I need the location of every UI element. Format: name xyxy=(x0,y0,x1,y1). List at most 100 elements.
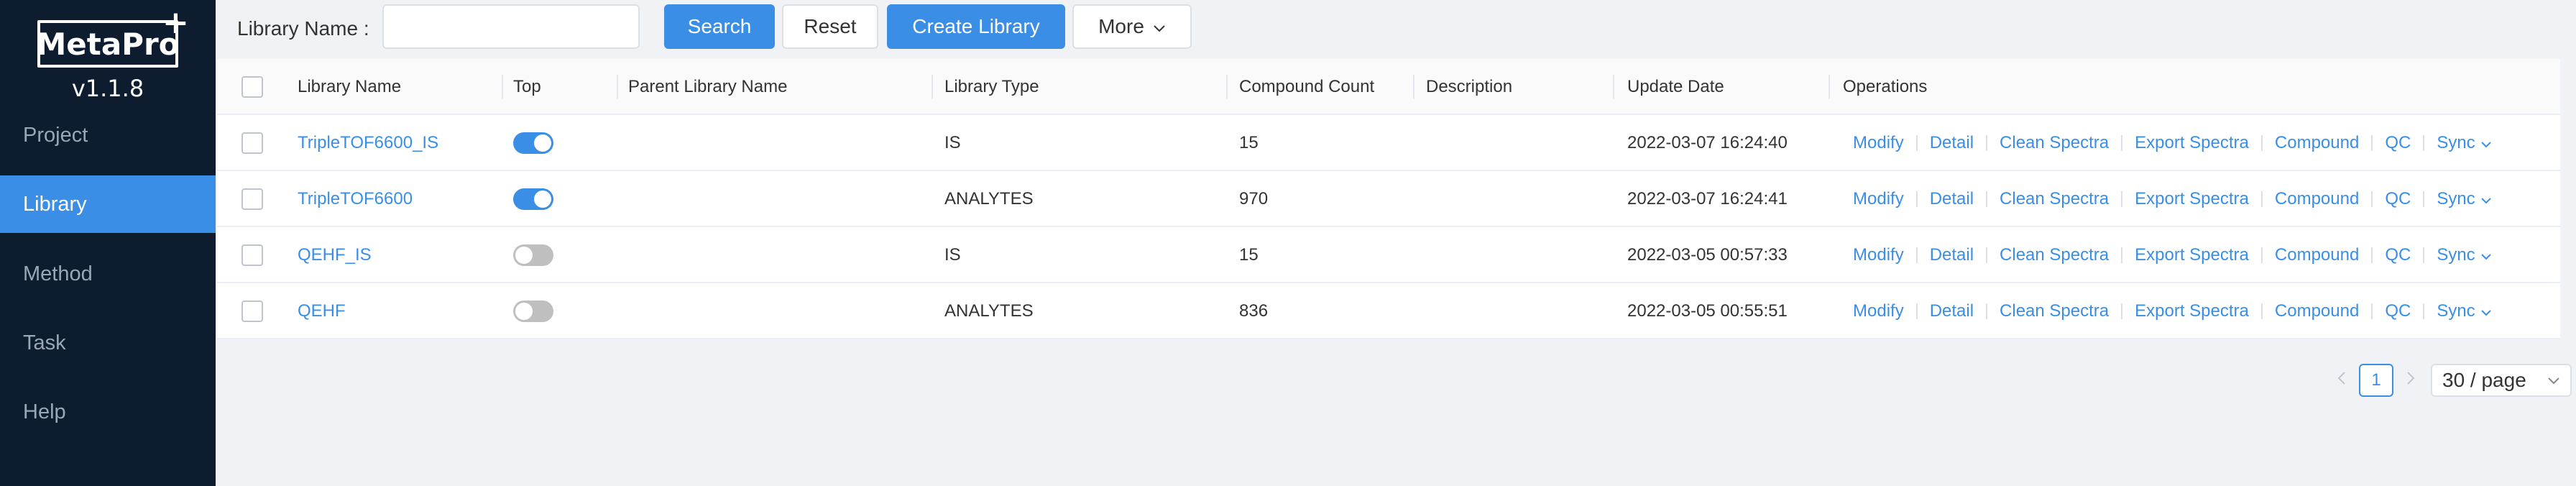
reset-button[interactable]: Reset xyxy=(782,4,878,49)
sync-dropdown[interactable]: Sync xyxy=(2437,189,2491,209)
library-name-label: Library Name : xyxy=(237,17,369,40)
operation-divider xyxy=(2371,303,2373,319)
compound-link[interactable]: Compound xyxy=(2275,189,2359,209)
column-header-parent-library-name[interactable]: Parent Library Name xyxy=(628,59,787,115)
chevron-down-icon xyxy=(2480,249,2491,264)
clean-spectra-link[interactable]: Clean Spectra xyxy=(2000,301,2109,321)
column-divider xyxy=(1413,75,1414,99)
sync-dropdown[interactable]: Sync xyxy=(2437,301,2491,321)
operation-divider xyxy=(2260,247,2263,263)
library-name-link[interactable]: TripleTOF6600 xyxy=(298,171,413,227)
library-name-link[interactable]: TripleTOF6600_IS xyxy=(298,115,438,171)
operation-divider xyxy=(2121,303,2123,319)
more-button[interactable]: More xyxy=(1072,4,1192,49)
toggle-knob xyxy=(534,191,551,208)
qc-link[interactable]: QC xyxy=(2385,245,2411,265)
library-table: Library Name Top Parent Library Name Lib… xyxy=(217,59,2560,339)
library-type-cell: IS xyxy=(944,133,961,152)
column-header-compound-count[interactable]: Compound Count xyxy=(1239,59,1374,115)
column-header-update-date[interactable]: Update Date xyxy=(1627,59,1724,115)
operation-divider xyxy=(2371,135,2373,151)
sidebar-item-label: Help xyxy=(23,400,66,423)
sync-label: Sync xyxy=(2437,245,2475,265)
row-checkbox[interactable] xyxy=(242,301,263,322)
table-row: TripleTOF6600_IS IS 15 2022-03-07 16:24:… xyxy=(217,115,2560,171)
compound-count-cell: 15 xyxy=(1239,133,1259,152)
compound-link[interactable]: Compound xyxy=(2275,301,2359,321)
page-size-select[interactable]: 30 / page xyxy=(2431,364,2572,397)
column-divider xyxy=(1828,75,1830,99)
sidebar-item-method[interactable]: Method xyxy=(0,245,216,303)
operation-divider xyxy=(2423,135,2425,151)
operation-divider xyxy=(1915,247,1918,263)
modify-link[interactable]: Modify xyxy=(1853,133,1904,153)
detail-link[interactable]: Detail xyxy=(1930,245,1974,265)
column-divider xyxy=(932,75,933,99)
operation-divider xyxy=(1915,135,1918,151)
row-operations: Modify Detail Clean Spectra Export Spect… xyxy=(1853,227,2491,283)
top-toggle[interactable] xyxy=(513,132,553,154)
sidebar-item-project[interactable]: Project xyxy=(0,106,216,164)
compound-link[interactable]: Compound xyxy=(2275,245,2359,265)
library-name-input[interactable] xyxy=(382,4,640,49)
sidebar-item-library[interactable]: Library xyxy=(0,175,216,233)
search-button[interactable]: Search xyxy=(664,4,775,49)
detail-link[interactable]: Detail xyxy=(1930,133,1974,153)
export-spectra-link[interactable]: Export Spectra xyxy=(2135,133,2249,153)
sidebar-item-task[interactable]: Task xyxy=(0,314,216,372)
detail-link[interactable]: Detail xyxy=(1930,301,1974,321)
top-toggle[interactable] xyxy=(513,244,553,266)
modify-link[interactable]: Modify xyxy=(1853,189,1904,209)
export-spectra-link[interactable]: Export Spectra xyxy=(2135,301,2249,321)
update-date-cell: 2022-03-07 16:24:40 xyxy=(1627,133,1788,152)
sidebar-item-help[interactable]: Help xyxy=(0,383,216,441)
row-checkbox[interactable] xyxy=(242,188,263,210)
column-header-library-name[interactable]: Library Name xyxy=(298,59,401,115)
clean-spectra-link[interactable]: Clean Spectra xyxy=(2000,133,2109,153)
clean-spectra-link[interactable]: Clean Spectra xyxy=(2000,189,2109,209)
sidebar: MetaPro + v1.1.8 Project Library Method … xyxy=(0,0,216,486)
update-date-cell: 2022-03-05 00:55:51 xyxy=(1627,301,1788,321)
detail-link[interactable]: Detail xyxy=(1930,189,1974,209)
library-type-cell: IS xyxy=(944,245,961,265)
modify-link[interactable]: Modify xyxy=(1853,245,1904,265)
row-checkbox[interactable] xyxy=(242,132,263,154)
modify-link[interactable]: Modify xyxy=(1853,301,1904,321)
top-toggle[interactable] xyxy=(513,188,553,210)
column-header-description[interactable]: Description xyxy=(1426,59,1512,115)
page-number-button[interactable]: 1 xyxy=(2359,364,2393,397)
export-spectra-link[interactable]: Export Spectra xyxy=(2135,245,2249,265)
row-checkbox[interactable] xyxy=(242,244,263,266)
select-all-checkbox[interactable] xyxy=(242,76,263,98)
column-header-top[interactable]: Top xyxy=(513,59,541,115)
qc-link[interactable]: QC xyxy=(2385,301,2411,321)
sync-label: Sync xyxy=(2437,133,2475,152)
column-divider xyxy=(502,75,503,99)
next-page-button[interactable] xyxy=(2398,364,2424,395)
column-header-library-type[interactable]: Library Type xyxy=(944,59,1039,115)
reset-button-label: Reset xyxy=(804,15,857,37)
qc-link[interactable]: QC xyxy=(2385,133,2411,153)
library-type-cell: ANALYTES xyxy=(944,301,1034,321)
clean-spectra-link[interactable]: Clean Spectra xyxy=(2000,245,2109,265)
sync-dropdown[interactable]: Sync xyxy=(2437,245,2491,265)
chevron-right-icon xyxy=(2407,372,2415,385)
qc-link[interactable]: QC xyxy=(2385,189,2411,209)
top-toggle[interactable] xyxy=(513,301,553,322)
operation-divider xyxy=(2423,247,2425,263)
search-button-label: Search xyxy=(687,15,752,37)
sidebar-item-label: Library xyxy=(23,192,87,216)
export-spectra-link[interactable]: Export Spectra xyxy=(2135,189,2249,209)
prev-page-button[interactable] xyxy=(2329,364,2355,395)
create-library-button[interactable]: Create Library xyxy=(887,4,1065,49)
sync-label: Sync xyxy=(2437,189,2475,208)
chevron-down-icon xyxy=(2547,371,2560,390)
table-header: Library Name Top Parent Library Name Lib… xyxy=(217,59,2560,115)
compound-count-cell: 970 xyxy=(1239,189,1269,208)
compound-link[interactable]: Compound xyxy=(2275,133,2359,153)
sidebar-item-label: Project xyxy=(23,123,88,147)
library-name-link[interactable]: QEHF_IS xyxy=(298,227,372,283)
sync-dropdown[interactable]: Sync xyxy=(2437,133,2491,153)
row-operations: Modify Detail Clean Spectra Export Spect… xyxy=(1853,283,2491,339)
library-name-link[interactable]: QEHF xyxy=(298,283,346,339)
